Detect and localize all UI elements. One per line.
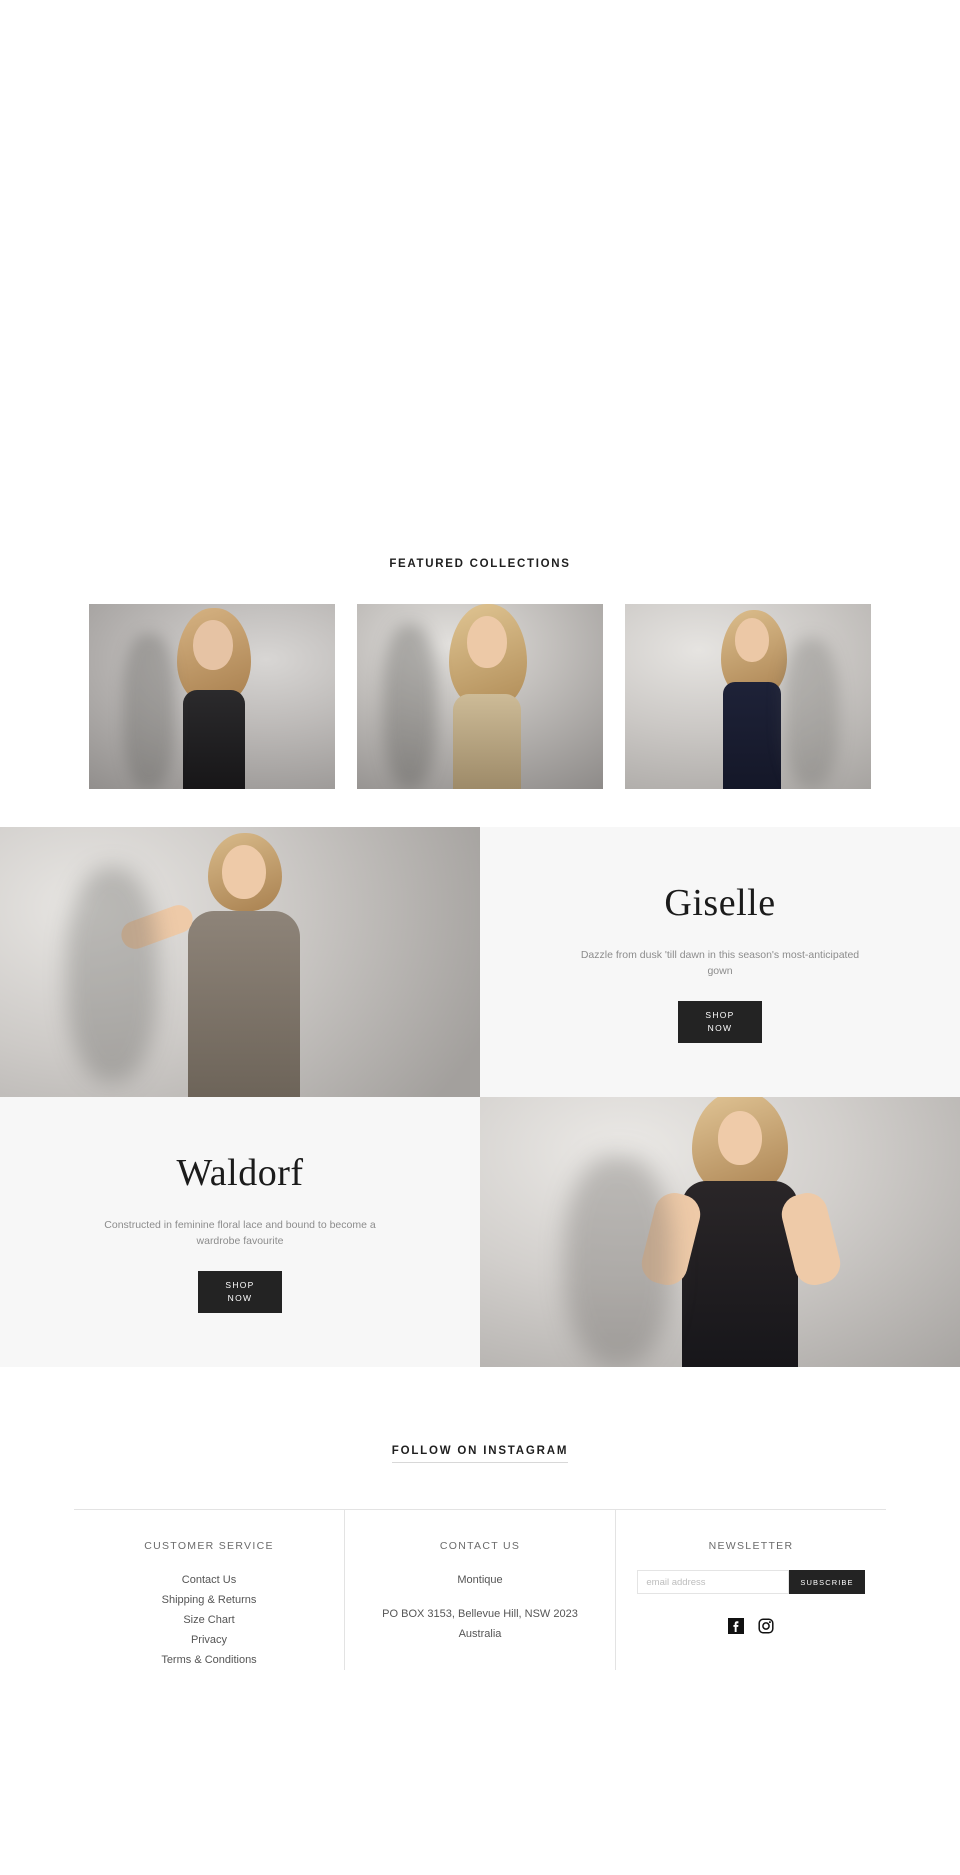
facebook-icon[interactable] [728,1618,744,1634]
contact-address-line-1: PO BOX 3153, Bellevue Hill, NSW 2023 [382,1608,578,1621]
backdrop-shadow [123,634,175,789]
promo-waldorf: Waldorf Constructed in feminine floral l… [0,1097,960,1367]
footer-column-contact: CONTACT US Montique PO BOX 3153, Bellevu… [344,1510,615,1671]
giselle-description: Dazzle from dusk 'till dawn in this seas… [580,948,860,977]
footer-link-shipping-returns[interactable]: Shipping & Returns [88,1590,330,1610]
contact-address-line-2: Australia [458,1628,502,1641]
model-dress [453,694,521,789]
instagram-icon[interactable] [758,1618,774,1634]
model-face [467,616,507,668]
model-face [193,620,233,670]
follow-on-instagram-link[interactable]: FOLLOW ON INSTAGRAM [391,1445,569,1463]
shop-now-line-1: SHOP [225,1279,255,1290]
backdrop-shadow [783,638,839,788]
site-footer: CUSTOMER SERVICE Contact Us Shipping & R… [74,1509,886,1671]
hero-banner[interactable] [0,0,960,530]
waldorf-shop-now-button[interactable]: SHOP NOW [198,1271,282,1314]
giselle-shop-now-button[interactable]: SHOP NOW [678,1001,762,1044]
newsletter-email-input[interactable] [637,1570,790,1594]
model-dress [723,682,781,789]
collection-image-1 [89,604,335,789]
waldorf-image[interactable] [480,1097,960,1367]
footer-link-size-chart[interactable]: Size Chart [88,1610,330,1630]
model-face [222,845,266,899]
shop-now-line-1: SHOP [705,1009,735,1020]
featured-collection-card-2[interactable]: Gold Metallic Gown [357,604,603,789]
featured-collections-heading: FEATURED COLLECTIONS [389,558,571,570]
promo-giselle: Giselle Dazzle from dusk 'till dawn in t… [0,827,960,1097]
instagram-section: FOLLOW ON INSTAGRAM [0,1367,960,1509]
featured-collections-row: Black Lace Gown Gold Metallic Gown Navy … [0,604,960,789]
footer-link-terms-conditions[interactable]: Terms & Conditions [88,1650,330,1670]
model-face [735,618,769,662]
featured-collections-section: FEATURED COLLECTIONS Black Lace Gown Gol… [0,530,960,789]
model-face [718,1111,762,1165]
collection-image-3 [625,604,871,789]
contact-us-title: CONTACT US [439,1540,521,1552]
backdrop-shadow [564,1155,672,1367]
customer-service-title: CUSTOMER SERVICE [144,1540,274,1552]
newsletter-form: SUBSCRIBE [630,1570,872,1594]
waldorf-title: Waldorf [176,1151,304,1194]
footer-link-contact-us[interactable]: Contact Us [88,1570,330,1590]
featured-collection-card-1[interactable]: Black Lace Gown [89,604,335,789]
backdrop-shadow [66,867,158,1082]
giselle-image[interactable] [0,827,480,1097]
waldorf-text-panel: Waldorf Constructed in feminine floral l… [0,1097,480,1367]
shop-now-line-2: NOW [707,1023,733,1034]
waldorf-description: Constructed in feminine floral lace and … [104,1218,376,1247]
newsletter-title: NEWSLETTER [708,1540,794,1552]
shop-now-line-2: NOW [227,1293,253,1304]
contact-company-name: Montique [457,1574,503,1586]
footer-column-customer-service: CUSTOMER SERVICE Contact Us Shipping & R… [74,1510,344,1670]
footer-link-privacy[interactable]: Privacy [88,1630,330,1650]
model-dress [183,690,245,789]
footer-column-newsletter: NEWSLETTER SUBSCRIBE [615,1510,886,1671]
featured-collection-card-3[interactable]: Navy Sequin Gown [625,604,871,789]
newsletter-subscribe-button[interactable]: SUBSCRIBE [789,1570,865,1594]
model-dress [188,911,300,1097]
giselle-text-panel: Giselle Dazzle from dusk 'till dawn in t… [480,827,960,1097]
giselle-title: Giselle [664,881,776,924]
social-links-row [630,1618,872,1634]
backdrop-shadow [383,624,437,789]
collection-image-2 [357,604,603,789]
